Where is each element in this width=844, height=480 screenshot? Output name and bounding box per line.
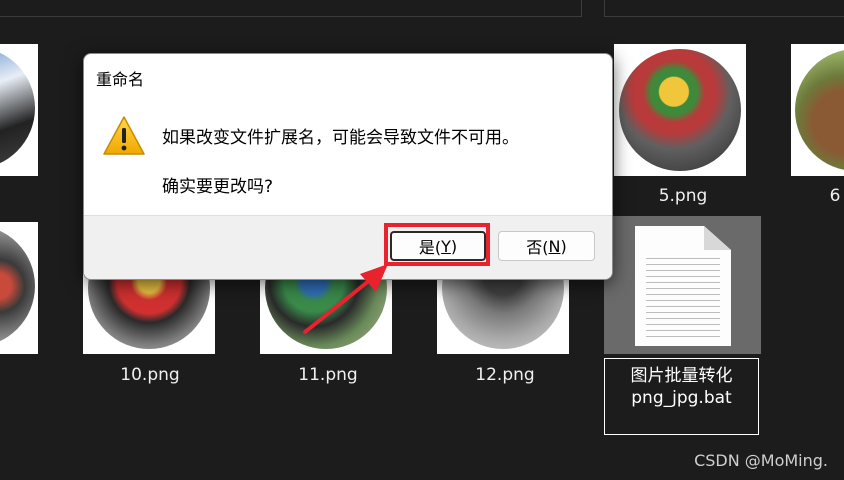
dialog-title: 重命名 <box>96 70 145 89</box>
document-lines <box>646 258 720 342</box>
highlight-box <box>384 223 490 266</box>
bat-file-name-editbox[interactable]: 图片批量转化 png_jpg.bat <box>604 358 759 435</box>
no-button-accesskey: N <box>548 236 561 256</box>
no-button[interactable]: 否(N) <box>498 231 595 261</box>
file-name-5: 5.png <box>658 186 708 206</box>
thumbnail-partial-left-2[interactable] <box>0 222 38 354</box>
file-name-11: 11.png <box>298 365 358 385</box>
thumbnail-partial-left-1[interactable] <box>0 44 38 176</box>
address-bar-fragment[interactable] <box>0 0 582 17</box>
thumbnail-6-partial[interactable] <box>791 44 844 176</box>
no-button-label: 否( <box>526 238 549 257</box>
dialog-footer: 是(Y) 否(N) <box>84 215 612 279</box>
bat-file-name-line1: 图片批量转化 <box>630 366 733 386</box>
file-name-12: 12.png <box>475 365 535 385</box>
bat-file-item[interactable]: 图片批量转化 png_jpg.bat <box>604 216 761 437</box>
dialog-message-line2: 确实要更改吗? <box>162 177 274 197</box>
file-name-6-partial: 6 <box>829 186 841 206</box>
warning-icon <box>103 116 145 155</box>
thumbnail-5[interactable] <box>614 44 746 176</box>
file-name-10: 10.png <box>120 365 180 385</box>
bat-file-name-line2: png_jpg.bat <box>631 388 732 408</box>
rename-dialog: 重命名 如果改变文件扩展名，可能会导致文件不可用。 确实要更改吗? 是(Y) 否… <box>83 53 613 280</box>
search-box-fragment[interactable] <box>604 0 844 17</box>
no-button-label-end: ) <box>560 236 567 256</box>
dialog-message-line1: 如果改变文件扩展名，可能会导致文件不可用。 <box>162 128 519 148</box>
watermark: CSDN @MoMing. <box>694 451 828 470</box>
